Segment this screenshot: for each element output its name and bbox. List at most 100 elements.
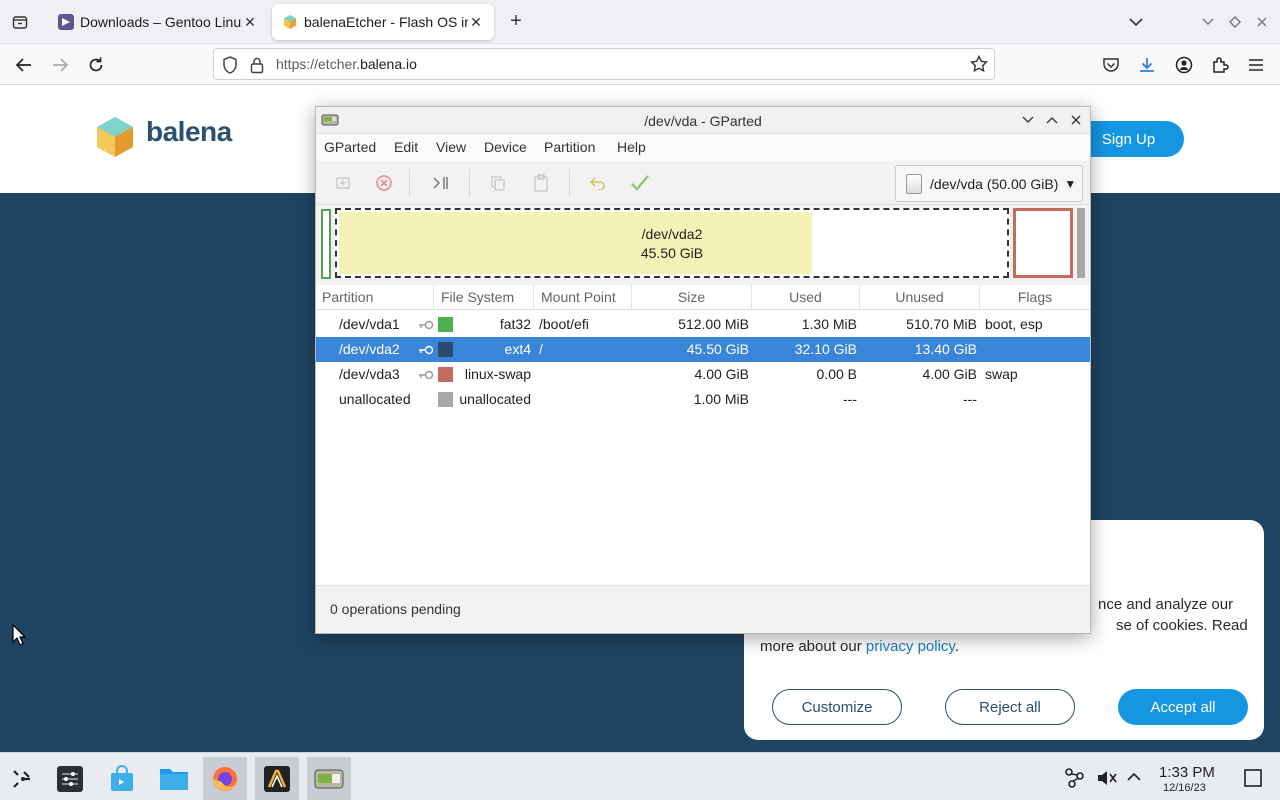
lock-icon[interactable] <box>250 56 264 77</box>
privacy-policy-link[interactable]: privacy policy <box>866 638 955 655</box>
volume-muted-icon[interactable] <box>1096 768 1118 791</box>
window-title: /dev/vda - GParted <box>644 113 762 129</box>
cell-size: 4.00 GiB <box>694 366 749 382</box>
close-tab-icon[interactable]: ✕ <box>242 14 258 31</box>
cell-used: --- <box>843 391 857 407</box>
key-icon <box>418 318 434 330</box>
system-settings-icon[interactable] <box>48 757 92 800</box>
window-close-icon[interactable] <box>1252 12 1272 32</box>
cell-size: 1.00 MiB <box>693 391 749 407</box>
cell-used: 1.30 MiB <box>801 316 857 332</box>
cell-fs: unallocated <box>459 391 531 407</box>
resize-move-icon[interactable] <box>431 173 451 193</box>
url-text[interactable]: https://etcher.balena.io <box>276 56 417 72</box>
balena-etcher-taskbar-icon[interactable] <box>255 757 299 800</box>
col-unused[interactable]: Unused <box>860 285 980 310</box>
network-icon[interactable] <box>1064 767 1086 792</box>
chevron-up-icon[interactable] <box>1126 770 1142 786</box>
gparted-taskbar-icon[interactable] <box>307 757 351 800</box>
close-tab-icon[interactable]: ✕ <box>468 14 484 31</box>
col-size[interactable]: Size <box>632 285 752 310</box>
close-icon[interactable] <box>1067 111 1085 129</box>
menu-partition[interactable]: Partition <box>544 139 595 155</box>
gparted-toolbar: /dev/vda (50.00 GiB) ▼ <box>316 161 1090 205</box>
back-icon[interactable] <box>12 53 36 77</box>
gparted-window: /dev/vda - GParted GParted Edit View Dev… <box>315 106 1091 634</box>
copy-icon[interactable] <box>488 173 508 193</box>
minimize-icon[interactable] <box>1019 111 1037 129</box>
graph-vda2-size: 45.50 GiB <box>640 245 704 261</box>
col-partition[interactable]: Partition <box>316 285 434 310</box>
graph-unallocated[interactable] <box>1077 208 1085 278</box>
accept-all-button[interactable]: Accept all <box>1118 689 1248 725</box>
menu-help[interactable]: Help <box>617 139 646 155</box>
cookie-text-line1: nce and analyze our <box>1098 596 1234 613</box>
account-icon[interactable] <box>1172 53 1196 77</box>
window-maximize-icon[interactable] <box>1225 12 1245 32</box>
paste-icon[interactable] <box>531 173 551 193</box>
firefox-taskbar-icon[interactable] <box>203 757 247 800</box>
new-partition-icon[interactable] <box>333 173 353 193</box>
graph-partition-vda3[interactable] <box>1013 208 1073 278</box>
balena-logo-icon[interactable] <box>94 115 136 162</box>
reject-all-button[interactable]: Reject all <box>945 689 1075 725</box>
bookmark-star-icon[interactable] <box>969 54 989 76</box>
tab-downloads-gentoo[interactable]: Downloads – Gentoo Linux ✕ <box>48 4 268 40</box>
toolbar-separator <box>569 169 570 197</box>
clock-date[interactable]: 12/16/23 <box>1163 782 1206 794</box>
cell-partition: /dev/vda1 <box>339 316 400 332</box>
reload-icon[interactable] <box>84 53 108 77</box>
menu-edit[interactable]: Edit <box>394 139 418 155</box>
col-mount-point[interactable]: Mount Point <box>534 285 632 310</box>
graph-partition-vda1[interactable] <box>321 209 331 279</box>
clock-time[interactable]: 1:33 PM <box>1159 764 1215 781</box>
table-row[interactable]: unallocated unallocated 1.00 MiB --- --- <box>316 387 1090 412</box>
partition-graph: /dev/vda2 45.50 GiB <box>316 205 1090 285</box>
pocket-icon[interactable] <box>1099 53 1123 77</box>
table-row[interactable]: /dev/vda2 ext4 / 45.50 GiB 32.10 GiB 13.40 Gi… <box>316 337 1090 362</box>
discover-store-icon[interactable] <box>100 757 144 800</box>
gparted-statusbar: 0 operations pending <box>316 585 1090 633</box>
operations-pending-text: 0 operations pending <box>330 601 461 617</box>
url-bar[interactable]: https://etcher.balena.io <box>213 48 995 80</box>
show-desktop-icon[interactable] <box>1244 769 1262 790</box>
device-selector-label: /dev/vda (50.00 GiB) <box>930 175 1059 192</box>
app-launcher-icon[interactable] <box>0 757 44 800</box>
graph-partition-vda2[interactable]: /dev/vda2 45.50 GiB <box>335 208 1009 278</box>
menu-view[interactable]: View <box>436 139 466 155</box>
list-all-tabs-icon[interactable] <box>1126 12 1146 32</box>
gentoo-favicon-icon <box>58 14 74 30</box>
apply-check-icon[interactable] <box>630 173 650 193</box>
forward-icon[interactable] <box>48 53 72 77</box>
partition-table: Partition File System Mount Point Size U… <box>316 285 1090 585</box>
col-file-system[interactable]: File System <box>434 285 534 310</box>
table-row[interactable]: /dev/vda3 linux-swap 4.00 GiB 0.00 B 4.00 Gi… <box>316 362 1090 387</box>
graph-vda2-name: /dev/vda2 <box>641 226 703 242</box>
menu-device[interactable]: Device <box>484 139 527 155</box>
file-manager-icon[interactable] <box>152 757 196 800</box>
window-minimize-icon[interactable] <box>1198 12 1218 32</box>
col-flags[interactable]: Flags <box>980 285 1090 310</box>
tab-list-icon[interactable] <box>8 10 32 34</box>
cell-unused: 13.40 GiB <box>914 341 977 357</box>
maximize-icon[interactable] <box>1043 111 1061 129</box>
menu-hamburger-icon[interactable] <box>1244 53 1268 77</box>
delete-partition-icon[interactable] <box>374 173 394 193</box>
table-row[interactable]: /dev/vda1 fat32/boot/efi 512.00 MiB 1.30 Mi… <box>316 312 1090 337</box>
brand-name[interactable]: balena <box>146 116 232 148</box>
customize-button[interactable]: Customize <box>772 689 902 725</box>
new-tab-button[interactable]: + <box>504 10 528 34</box>
extensions-icon[interactable] <box>1208 53 1232 77</box>
cell-fs: fat32 <box>499 316 531 332</box>
balena-favicon-icon <box>282 14 298 30</box>
menu-gparted[interactable]: GParted <box>324 139 376 155</box>
tab-balena-etcher[interactable]: balenaEtcher - Flash OS images ✕ <box>272 4 494 40</box>
downloads-icon[interactable] <box>1135 53 1159 77</box>
undo-icon[interactable] <box>588 173 608 193</box>
filesystem-color-swatch <box>438 392 453 407</box>
col-used[interactable]: Used <box>752 285 860 310</box>
device-selector[interactable]: /dev/vda (50.00 GiB) ▼ <box>895 165 1083 202</box>
cell-unused: 4.00 GiB <box>922 366 977 382</box>
shield-icon[interactable] <box>222 56 238 77</box>
gparted-titlebar[interactable]: /dev/vda - GParted <box>316 107 1090 134</box>
